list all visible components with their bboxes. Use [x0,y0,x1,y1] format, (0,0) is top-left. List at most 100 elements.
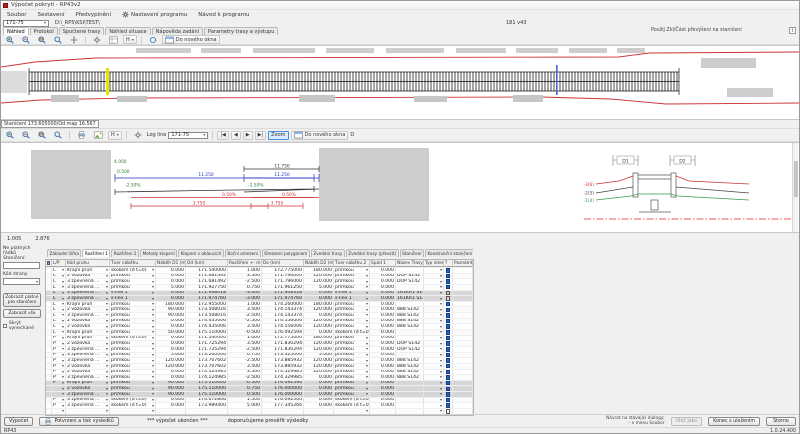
zoom-out-icon[interactable] [19,35,33,44]
cell-chk[interactable] [444,279,453,284]
row-checkbox[interactable] [446,291,451,296]
cell-chk[interactable] [444,319,453,324]
cell-int[interactable]: ▾ [424,302,444,307]
info-badge[interactable]: i [789,27,796,34]
tab-z-kladn-ka[interactable]: Základní šířka [47,249,81,257]
cell-lp[interactable]: ▾ [52,386,66,391]
compute-button[interactable]: Výpočet [4,417,33,426]
cell-chk[interactable] [444,347,453,352]
save-as-button[interactable]: Ulož jako [671,417,703,426]
zoom-toggle-button[interactable]: Zoom [268,131,288,140]
cell-sh1[interactable]: skokem (d t=0)▾ [110,336,156,341]
row-checkbox[interactable] [446,392,451,397]
cell-lane[interactable]: 3 zpevněná ...▾ [66,313,110,318]
zoom-in-icon[interactable] [3,35,17,44]
row-checkbox[interactable] [446,381,451,386]
zoom-extents-icon[interactable] [51,35,65,44]
cell-chk[interactable] [444,370,453,375]
cell-lane[interactable]: 2 vozovka▾ [66,324,110,329]
cell-sh1[interactable]: přímkou▾ [110,353,156,358]
cell-sh2[interactable]: přímkou▾ [334,341,370,346]
cell-lp[interactable]: L▾ [52,330,66,335]
cell-sh2[interactable]: s-line 1▾ [334,291,370,296]
cell-int[interactable]: ▾ [424,364,444,369]
cell-sh1[interactable]: přímkou▾ [110,347,156,352]
row-checkbox[interactable] [446,375,451,380]
nav-first-button[interactable]: |◀ [217,131,229,140]
cell-sh1[interactable]: přímkou▾ [110,274,156,279]
tab-zved-n-trasy-p-evz-t-[interactable]: Zvedání trasy (převzít) [346,249,399,257]
print-results-button[interactable]: Potvrzení a tisk výsledků [39,417,118,426]
scrollbar-thumb[interactable] [794,161,798,197]
cell-lane[interactable]: 2 vozovka▾ [66,386,110,391]
printer-icon[interactable] [74,131,89,140]
cell-lp[interactable]: L▾ [52,324,66,329]
current-station-marker[interactable] [106,68,109,95]
nav-next-button[interactable]: ▶ [243,131,253,140]
zoom-in-icon[interactable] [3,131,17,140]
cell-sh1[interactable]: skokem (d t=0)▾ [110,268,156,273]
tab-konstruk-n-stani-en-a-n-b-hy[interactable]: Konstrukční staničení a náběhy [425,249,473,257]
cell-lane[interactable]: Krajní pruh▾ [66,330,110,335]
cell-chk[interactable] [444,296,453,301]
tab-roz-en-1[interactable]: Rozšíření 1 [82,249,110,257]
cell-int[interactable]: ▾ [424,319,444,324]
cell-chk[interactable] [444,330,453,335]
cell-lane[interactable]: 3 zpevněná ...▾ [66,358,110,363]
cell-sh1[interactable]: přímkou▾ [110,302,156,307]
zoom-window-icon[interactable] [35,35,49,44]
tab-bo-n-omezen-[interactable]: Boční omezení [225,249,261,257]
side-code-combo[interactable]: ▾ [3,278,40,285]
cell-chk[interactable] [444,409,453,414]
cell-sh2[interactable]: skokem (d t=0)▾ [334,403,370,408]
cell-lp[interactable]: L▾ [52,274,66,279]
cell-int[interactable]: ▾ [424,313,444,318]
cell-sh1[interactable]: přímkou▾ [110,313,156,318]
row-checkbox[interactable] [446,409,451,414]
zoom-out-icon[interactable] [19,131,33,140]
cell-int[interactable]: ▾ [424,386,444,391]
row-checkbox[interactable] [446,370,451,375]
cell-sh2[interactable]: přímkou▾ [334,285,370,290]
cell-lane[interactable]: 3 zpevněná ...▾ [66,347,110,352]
row-checkbox[interactable] [446,274,451,279]
cell-sh1[interactable]: přímkou▾ [110,319,156,324]
cell-chk[interactable] [444,375,453,380]
nav-last-button[interactable]: ▶| [255,131,267,140]
show-all-button[interactable]: Zobrazit vše [3,309,41,318]
cell-int[interactable]: ▾ [424,353,444,358]
row-checkbox[interactable] [446,358,451,363]
cell-chk[interactable] [444,313,453,318]
cell-lane[interactable]: 3 zpevněná ...▾ [66,398,110,403]
cell-int[interactable]: ▾ [424,324,444,329]
cell-lp[interactable]: P▾ [52,381,66,386]
cell-chk[interactable] [444,302,453,307]
cross-section-view[interactable]: 4.000 0.500 11.250 -2.50% 0.50% 3.750 11… [1,142,799,233]
cell-sh2[interactable]: přímkou▾ [334,274,370,279]
cell-sh1[interactable]: přímkou▾ [110,375,156,380]
cell-lp[interactable]: P▾ [52,403,66,408]
cell-sh2[interactable]: přímkou▾ [334,358,370,363]
row-checkbox[interactable] [446,336,451,341]
menu-navod[interactable]: Návod k programu [198,12,249,18]
cell-int[interactable]: ▾ [424,274,444,279]
cell-lp[interactable]: P▾ [52,341,66,346]
cell-chk[interactable] [444,324,453,329]
cell-lp[interactable]: ▾ [52,392,66,397]
cell-lane[interactable]: 2 vozovka▾ [66,319,110,324]
cell-int[interactable]: ▾ [424,330,444,335]
tab-roz-en-2[interactable]: Rozšíření 2 [111,249,139,257]
show-valid-button[interactable]: Zobrazit platné pro staničení [3,293,41,307]
cell-chk[interactable] [444,392,453,397]
route-combo[interactable]: 171-75▾ [3,20,49,27]
cell-sh2[interactable]: přímkou▾ [334,302,370,307]
cell-sh1[interactable]: přímkou▾ [110,370,156,375]
cell-sh2[interactable]: přímkou▾ [334,392,370,397]
cell-chk[interactable] [444,386,453,391]
new-window-button[interactable]: Do nového okna [291,131,349,140]
cell-lp[interactable]: L▾ [52,285,66,290]
cell-lp[interactable]: L▾ [52,296,66,301]
plan-view[interactable] [1,45,799,120]
cell-chk[interactable] [444,274,453,279]
cell-lp[interactable]: P▾ [52,353,66,358]
